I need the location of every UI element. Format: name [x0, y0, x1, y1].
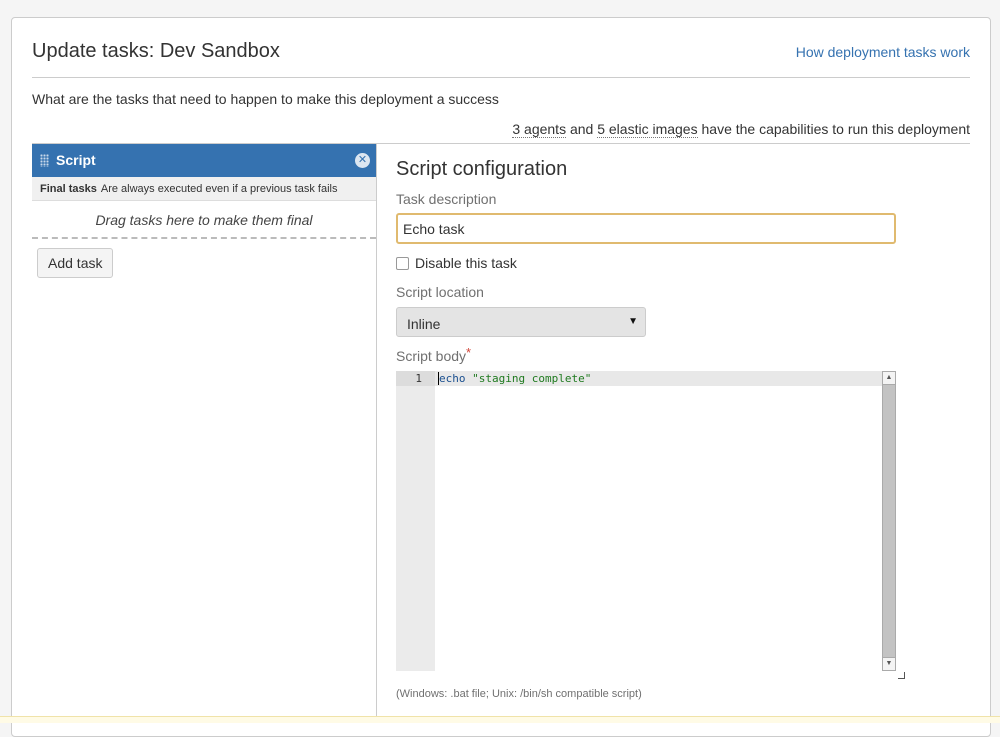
intro-text: What are the tasks that need to happen t…: [32, 91, 499, 107]
task-description-label: Task description: [396, 191, 497, 207]
bottom-bar: [0, 716, 1000, 723]
close-icon[interactable]: ✕: [355, 153, 370, 168]
script-location-select[interactable]: Inline ▼: [396, 307, 646, 337]
task-description-input[interactable]: [396, 213, 896, 244]
disable-task-label: Disable this task: [415, 255, 517, 271]
help-link[interactable]: How deployment tasks work: [796, 44, 970, 60]
elastic-images-count-link[interactable]: 5 elastic images: [597, 121, 698, 138]
disable-task-row[interactable]: Disable this task: [396, 255, 517, 271]
code-line[interactable]: echo "staging complete": [439, 372, 591, 385]
final-tasks-header: Final tasks Are always executed even if a…: [32, 177, 376, 201]
task-list: Script ✕ Final tasks Are always executed …: [32, 144, 377, 723]
capabilities-summary: 3 agents and 5 elastic images have the c…: [512, 121, 970, 138]
capabilities-suffix: have the capabilities to run this deploy…: [697, 121, 970, 137]
capabilities-conjunction: and: [566, 121, 598, 137]
disable-task-checkbox[interactable]: [396, 257, 409, 270]
final-tasks-title: Final tasks: [40, 183, 97, 195]
line-number: 1: [415, 372, 422, 385]
scroll-down-icon[interactable]: ▼: [882, 657, 896, 671]
agents-count-link[interactable]: 3 agents: [512, 121, 567, 138]
task-item-script[interactable]: Script ✕: [32, 144, 376, 177]
add-task-button[interactable]: Add task: [37, 248, 114, 278]
script-hint: (Windows: .bat file; Unix: /bin/sh compa…: [396, 688, 642, 700]
config-title: Script configuration: [396, 158, 568, 180]
resize-handle-icon[interactable]: [898, 672, 905, 679]
final-tasks-drop-zone[interactable]: Drag tasks here to make them final: [32, 201, 376, 239]
editor-scrollbar[interactable]: ▲ ▼: [882, 371, 896, 671]
task-item-label: Script: [56, 152, 96, 168]
chevron-down-icon: ▼: [628, 316, 638, 327]
final-tasks-description: Are always executed even if a previous t…: [100, 183, 338, 195]
scroll-up-icon[interactable]: ▲: [882, 371, 896, 385]
page-title: Update tasks: Dev Sandbox: [32, 40, 280, 62]
code-keyword: echo: [439, 372, 466, 385]
script-body-label-text: Script body: [396, 348, 467, 364]
script-body-label: Script body*: [396, 345, 472, 364]
code-string: "staging complete": [472, 372, 592, 385]
header-divider: [32, 77, 970, 78]
editor-gutter: 1: [396, 371, 435, 671]
required-marker: *: [466, 345, 472, 360]
script-location-value: Inline: [407, 316, 441, 332]
script-location-label: Script location: [396, 284, 484, 300]
drag-handle-icon[interactable]: [40, 154, 49, 167]
script-body-editor[interactable]: 1 echo "staging complete" ▲ ▼: [396, 371, 896, 671]
